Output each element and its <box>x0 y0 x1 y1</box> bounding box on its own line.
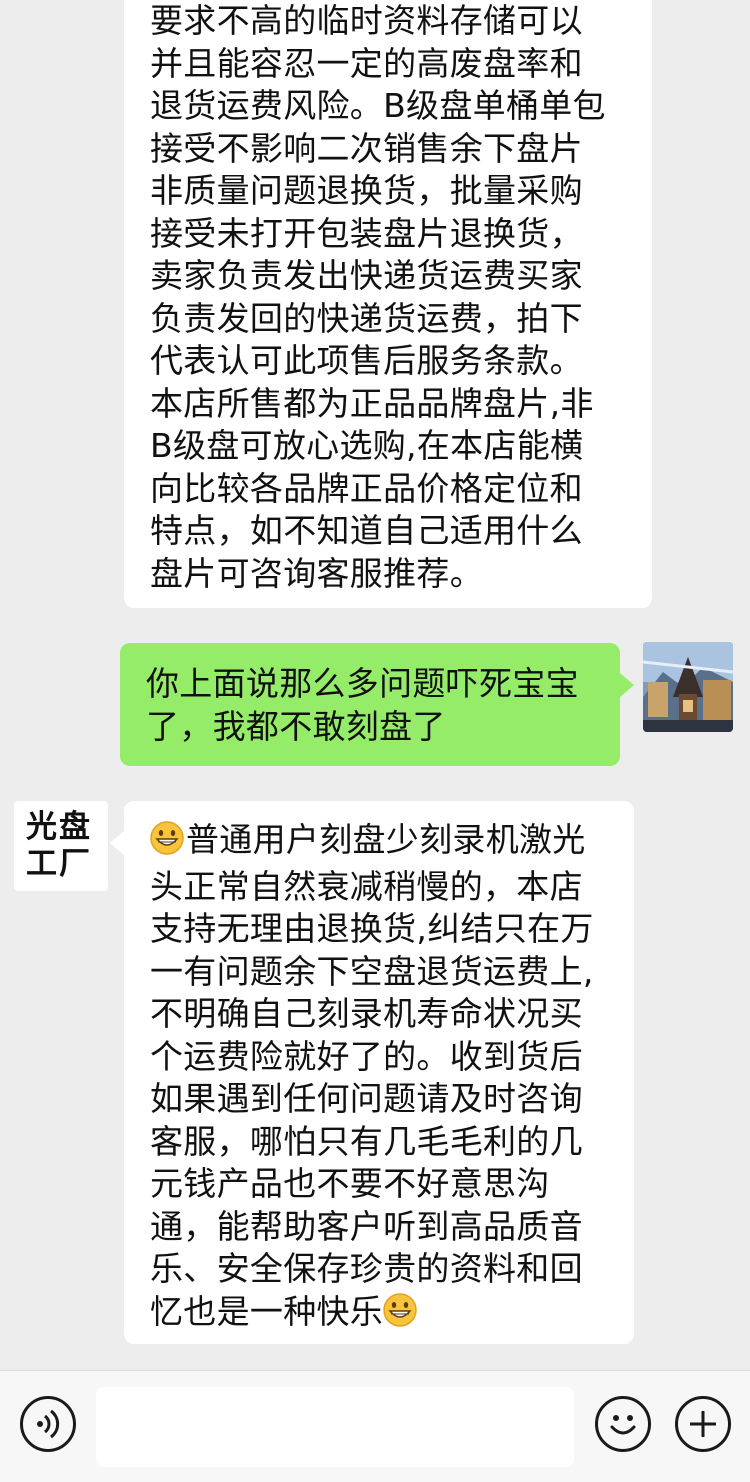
voice-icon[interactable] <box>20 1396 76 1452</box>
message-bubble-shop-previous[interactable]: 要求不高的临时资料存储可以 并且能容忍一定的高废盘率和 退货运费风险。B级盘单桶… <box>124 0 652 608</box>
message-input[interactable] <box>96 1387 574 1467</box>
emoji-icon[interactable] <box>595 1396 651 1452</box>
shop-avatar[interactable]: 光盘 工厂 <box>14 801 108 891</box>
plus-icon[interactable] <box>675 1396 731 1452</box>
message-text: 普通用户刻盘少刻录机激光 头正常自然衰减稍慢的，本店 支持无理由退换货,纠结只在… <box>150 820 594 1331</box>
message-text-container: 普通用户刻盘少刻录机激光 头正常自然衰减稍慢的，本店 支持无理由退换货,纠结只在… <box>150 819 608 1337</box>
grinning-face-icon <box>383 1292 417 1338</box>
chat-input-bar <box>0 1370 750 1482</box>
shop-avatar-text: 光盘 工厂 <box>26 809 92 882</box>
grinning-face-icon <box>150 821 184 866</box>
my-avatar[interactable] <box>643 642 733 732</box>
avatar-image <box>643 642 733 732</box>
message-bubble-me[interactable]: 你上面说那么多问题吓死宝宝 了，我都不敢刻盘了 <box>120 643 634 766</box>
message-bubble-shop[interactable]: 普通用户刻盘少刻录机激光 头正常自然衰减稍慢的，本店 支持无理由退换货,纠结只在… <box>110 801 634 1344</box>
message-text: 要求不高的临时资料存储可以 并且能容忍一定的高废盘率和 退货运费风险。B级盘单桶… <box>150 1 606 593</box>
message-text: 你上面说那么多问题吓死宝宝 了，我都不敢刻盘了 <box>146 664 579 746</box>
